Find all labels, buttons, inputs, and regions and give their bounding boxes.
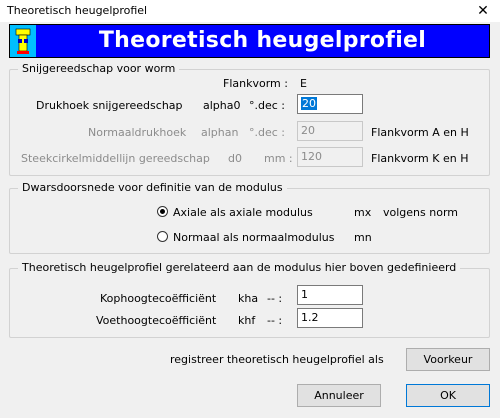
drukhoek-symbol: alpha0: [203, 99, 241, 112]
steekcirkel-label: Steekcirkelmiddellijn gereedschap: [21, 152, 210, 165]
voet-input[interactable]: 1.2: [297, 308, 363, 328]
modulus-group-legend: Dwarsdoorsnede voor definitie van de mod…: [18, 181, 287, 194]
axiale-symbol: mx: [354, 206, 372, 219]
axiale-radio[interactable]: [157, 206, 168, 217]
steekcirkel-note: Flankvorm K en H: [371, 152, 469, 165]
normaal-radio[interactable]: [157, 231, 168, 242]
kop-label: Kophoogtecoëfficiënt: [100, 292, 217, 305]
banner-title: Theoretisch heugelprofiel: [98, 28, 427, 53]
header-banner: Theoretisch heugelprofiel: [9, 24, 490, 58]
drukhoek-unit: °.dec :: [249, 99, 285, 112]
gear-tool-icon: [10, 25, 36, 57]
voet-sep: -- :: [267, 314, 283, 327]
axiale-label[interactable]: Axiale als axiale modulus: [173, 206, 313, 219]
normaaldrukhoek-label: Normaaldrukhoek: [88, 126, 187, 139]
register-text: registreer theoretisch heugelprofiel als: [170, 353, 384, 366]
modulus-group: Dwarsdoorsnede voor definitie van de mod…: [9, 181, 490, 254]
cancel-button[interactable]: Annuleer: [297, 384, 381, 407]
cutter-group-legend: Snijgereedschap voor worm: [18, 62, 180, 75]
steekcirkel-input: 120: [297, 147, 363, 167]
window-titlebar: Theoretisch heugelprofiel ✕: [0, 0, 500, 22]
drukhoek-value: 20: [301, 97, 317, 110]
kop-input[interactable]: 1: [297, 285, 363, 305]
window-title: Theoretisch heugelprofiel: [7, 4, 148, 17]
flankvorm-label: Flankvorm :: [223, 77, 288, 90]
normaaldrukhoek-input: 20: [297, 121, 363, 141]
normaal-label[interactable]: Normaal als normaalmodulus: [173, 231, 335, 244]
normaaldrukhoek-note: Flankvorm A en H: [371, 126, 469, 139]
drukhoek-input[interactable]: 20: [297, 94, 363, 114]
voet-label: Voethoogtecoëfficiënt: [96, 314, 217, 327]
ok-button[interactable]: OK: [406, 384, 490, 407]
flankvorm-value: E: [300, 77, 307, 90]
normaaldrukhoek-unit: °.dec :: [249, 126, 285, 139]
rack-profile-group-legend: Theoretisch heugelprofiel gerelateerd aa…: [18, 261, 461, 274]
steekcirkel-symbol: d0: [228, 152, 242, 165]
axiale-note: volgens norm: [383, 206, 458, 219]
close-icon[interactable]: ✕: [466, 0, 500, 22]
normaal-symbol: mn: [354, 231, 372, 244]
kop-sep: -- :: [267, 292, 283, 305]
voet-symbol: khf: [238, 314, 256, 327]
voorkeur-button[interactable]: Voorkeur: [406, 348, 490, 371]
drukhoek-label: Drukhoek snijgereedschap: [36, 99, 183, 112]
kop-symbol: kha: [238, 292, 259, 305]
steekcirkel-unit: mm :: [264, 152, 293, 165]
normaaldrukhoek-symbol: alphan: [201, 126, 239, 139]
